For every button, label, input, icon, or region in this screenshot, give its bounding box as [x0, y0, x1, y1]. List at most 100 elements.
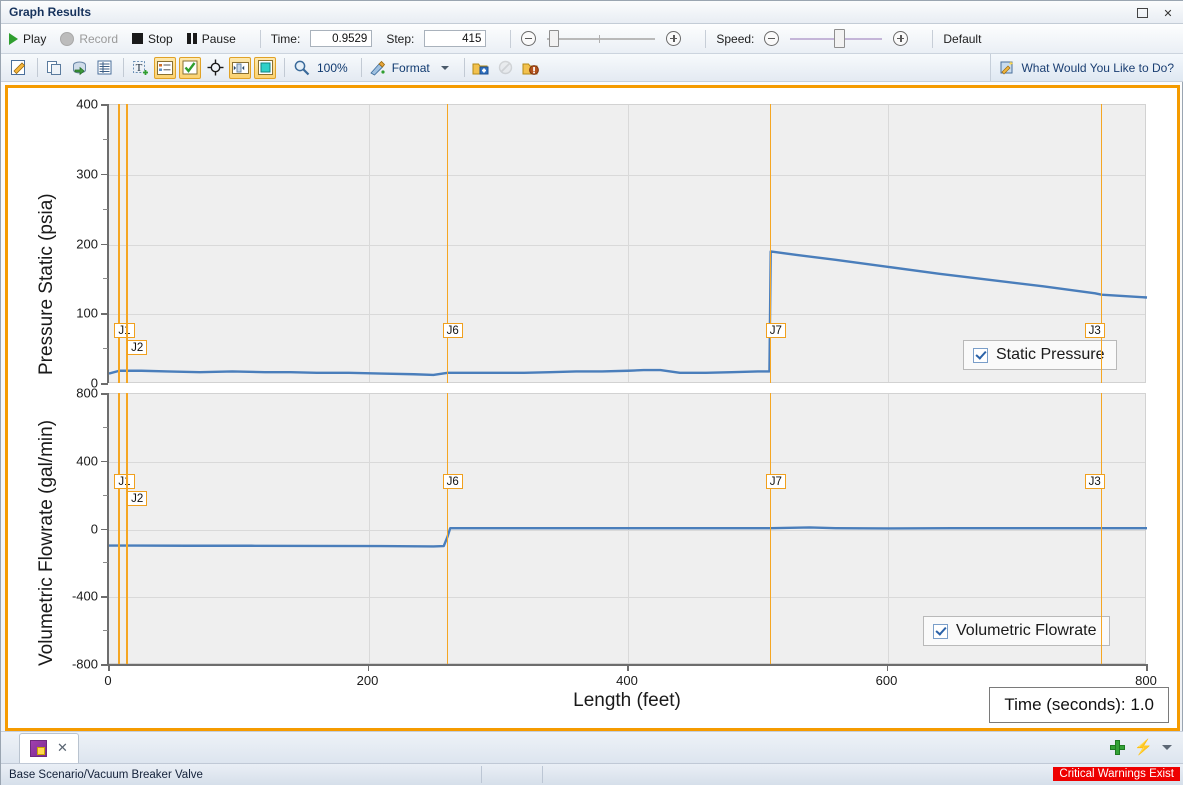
static-pressure-legend[interactable]: Static Pressure	[963, 340, 1117, 370]
format-pencil-icon[interactable]	[367, 57, 389, 79]
speed-plus-icon[interactable]	[893, 31, 908, 46]
junction-line-j1	[118, 393, 120, 664]
static-pressure-checkbox[interactable]	[973, 348, 988, 363]
x-axis-tick	[887, 664, 889, 671]
tools-toolbar: T 100% Format	[1, 54, 1183, 82]
x-axis-tick-label: 400	[616, 673, 638, 688]
y-axis-tick	[101, 104, 108, 106]
y-axis-minor-tick	[103, 209, 108, 210]
close-button[interactable]: ✕	[1156, 3, 1180, 23]
time-annotation-box[interactable]: Time (seconds): 1.0	[989, 687, 1169, 723]
junction-line-j6	[447, 104, 449, 383]
step-input[interactable]: 415	[424, 30, 486, 47]
minus-circle-icon[interactable]	[521, 31, 536, 46]
critical-warnings-badge[interactable]: Critical Warnings Exist	[1053, 767, 1180, 781]
pause-icon	[187, 33, 197, 44]
chevron-down-icon[interactable]	[1162, 745, 1172, 750]
volumetric-flowrate-y-axis-title: Volumetric Flowrate (gal/min)	[36, 420, 58, 666]
y-axis-tick-label: -400	[72, 589, 98, 604]
volumetric-flowrate-legend-label: Volumetric Flowrate	[956, 622, 1097, 640]
junction-label-j3[interactable]: J3	[1085, 323, 1105, 338]
speed-slider[interactable]	[790, 32, 882, 46]
graph-results-tab[interactable]: ✕	[19, 733, 79, 763]
warning-folder-icon[interactable]	[520, 57, 542, 79]
add-tab-icon[interactable]	[1110, 740, 1125, 755]
play-button[interactable]: Play	[9, 32, 46, 46]
y-axis-tick-label: 300	[76, 166, 98, 181]
toolbar-divider-a	[37, 58, 38, 77]
graph-icon	[30, 740, 47, 757]
copy-icon[interactable]	[43, 57, 65, 79]
graph-results-window: Graph Results ✕ Play Record Stop Pause T…	[0, 0, 1183, 785]
junction-label-j7[interactable]: J7	[766, 474, 786, 489]
crosshair-icon[interactable]	[204, 57, 226, 79]
y-axis-tick-label: 400	[76, 453, 98, 468]
legend-toggle-icon[interactable]	[154, 57, 176, 79]
stop-button[interactable]: Stop	[132, 32, 173, 46]
record-button[interactable]: Record	[60, 32, 118, 46]
y-axis-tick-label: 200	[76, 236, 98, 251]
y-axis-tick	[101, 383, 108, 385]
position-slider[interactable]	[547, 32, 655, 46]
maximize-button[interactable]	[1130, 3, 1154, 23]
what-would-you-like-button[interactable]: What Would You Like to Do?	[990, 54, 1183, 81]
junction-line-j7	[770, 104, 772, 383]
speed-label: Speed:	[716, 32, 754, 46]
add-folder-icon[interactable]	[470, 57, 492, 79]
x-axis-tick-label: 200	[357, 673, 379, 688]
plus-circle-icon[interactable]	[666, 31, 681, 46]
window-title: Graph Results	[9, 5, 91, 19]
junction-line-j3	[1101, 104, 1103, 383]
maximize-icon	[1137, 8, 1148, 18]
volumetric-flowrate-checkbox[interactable]	[933, 624, 948, 639]
time-input[interactable]: 0.9529	[310, 30, 372, 47]
time-label: Time:	[271, 32, 301, 46]
volumetric-flowrate-legend[interactable]: Volumetric Flowrate	[923, 616, 1110, 646]
junction-line-j6	[447, 393, 449, 664]
y-axis-minor-tick	[103, 139, 108, 140]
y-axis-tick	[101, 393, 108, 395]
junction-label-j2[interactable]: J2	[127, 340, 147, 355]
zoom-level-label[interactable]: 100%	[317, 61, 348, 75]
animation-bar-icon[interactable]	[229, 57, 251, 79]
add-text-icon[interactable]: T	[129, 57, 151, 79]
chart-canvas[interactable]: Pressure Static (psia) Volumetric Flowra…	[8, 88, 1177, 728]
window-controls: ✕	[1130, 3, 1180, 23]
y-axis-minor-tick	[103, 495, 108, 496]
y-axis-tick	[101, 313, 108, 315]
position-slider-group	[521, 31, 681, 46]
bolt-icon[interactable]: ⚡	[1134, 740, 1153, 755]
edit-annotate-icon[interactable]	[7, 57, 29, 79]
refresh-data-icon[interactable]	[68, 57, 90, 79]
fill-color-icon[interactable]	[254, 57, 276, 79]
speed-minus-icon[interactable]	[764, 31, 779, 46]
checkbox-toggle-icon[interactable]	[179, 57, 201, 79]
toolbar-divider-2	[510, 30, 511, 48]
junction-label-j7[interactable]: J7	[766, 323, 786, 338]
x-axis-tick	[368, 664, 370, 671]
data-line	[109, 527, 1147, 546]
tab-close-icon[interactable]: ✕	[57, 740, 68, 756]
junction-label-j1[interactable]: J1	[114, 474, 134, 489]
default-speed-label[interactable]: Default	[943, 32, 981, 46]
zoom-magnifier-icon[interactable]	[290, 57, 312, 79]
step-label: Step:	[386, 32, 414, 46]
toolbar-divider-b	[123, 58, 124, 77]
x-axis-title: Length (feet)	[573, 690, 681, 712]
table-view-icon[interactable]	[93, 57, 115, 79]
junction-line-j3	[1101, 393, 1103, 664]
junction-label-j1[interactable]: J1	[114, 323, 134, 338]
junction-label-j6[interactable]: J6	[443, 323, 463, 338]
speed-slider-thumb[interactable]	[834, 29, 845, 48]
playback-toolbar: Play Record Stop Pause Time: 0.9529 Step…	[1, 24, 1183, 54]
junction-label-j3[interactable]: J3	[1085, 474, 1105, 489]
y-axis-tick	[101, 461, 108, 463]
junction-label-j6[interactable]: J6	[443, 474, 463, 489]
junction-label-j2[interactable]: J2	[127, 491, 147, 506]
status-divider-cell	[481, 766, 543, 783]
slider-thumb[interactable]	[549, 30, 559, 47]
pause-button[interactable]: Pause	[187, 32, 236, 46]
y-axis-tick-label: -800	[72, 657, 98, 672]
format-dropdown-button[interactable]	[434, 57, 456, 79]
format-label[interactable]: Format	[392, 61, 430, 75]
